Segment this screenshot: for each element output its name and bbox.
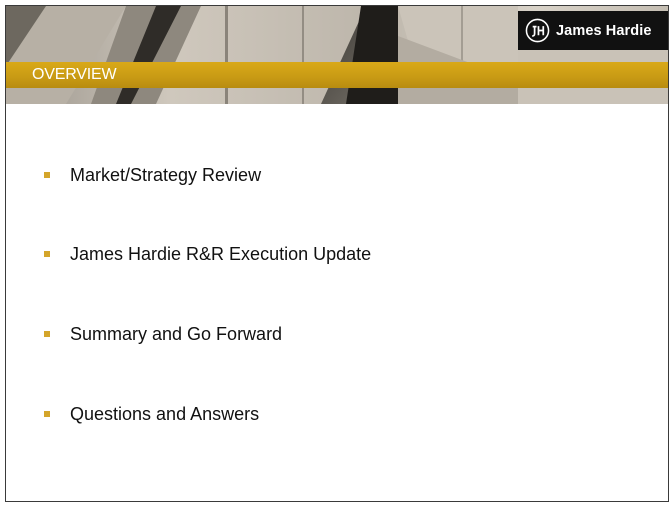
list-item: Market/Strategy Review [44,163,261,187]
square-bullet-icon [44,411,50,417]
slide: OVERVIEW James Hardie Market/Strategy Re… [5,5,669,502]
bullet-text: Market/Strategy Review [70,164,262,185]
bullet-text: Questions and Answers [70,403,260,424]
square-bullet-icon [44,331,50,337]
list-item: Summary and Go Forward [44,322,282,346]
list-item: James Hardie R&R Execution Update [44,242,371,266]
square-bullet-icon [44,251,50,257]
bullet-text: Summary and Go Forward [70,323,283,344]
square-bullet-icon [44,172,50,178]
bullet-text: James Hardie R&R Execution Update [70,243,372,264]
list-item: Questions and Answers [44,402,259,426]
bullet-list: Market/Strategy Review James Hardie R&R … [6,6,668,501]
